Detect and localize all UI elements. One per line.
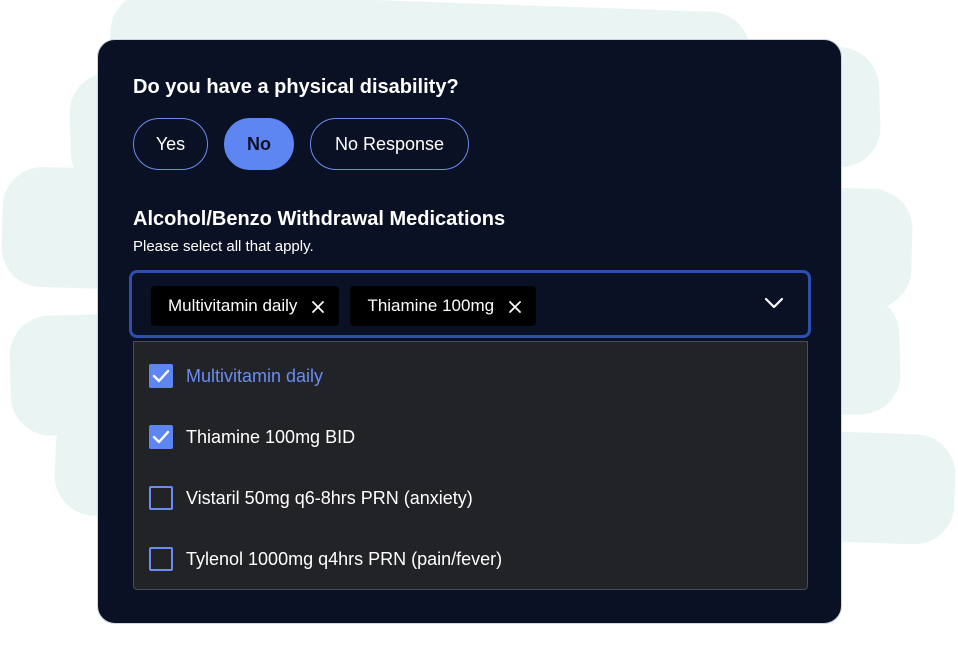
checkbox-checked[interactable]: [149, 425, 173, 449]
chip-label: Thiamine 100mg: [367, 296, 495, 315]
chevron-down-icon[interactable]: [764, 296, 784, 310]
option-yes-button[interactable]: Yes: [133, 118, 208, 170]
list-item-vistaril[interactable]: Vistaril 50mg q6-8hrs PRN (anxiety): [149, 480, 473, 516]
list-item-thiamine[interactable]: Thiamine 100mg BID: [149, 419, 355, 455]
option-label: Multivitamin daily: [186, 365, 324, 386]
checkmark-icon: [152, 369, 170, 383]
selected-chip: Multivitamin daily: [151, 286, 340, 326]
close-icon[interactable]: [508, 299, 522, 313]
form-card: Do you have a physical disability? Yes N…: [97, 39, 842, 624]
close-icon[interactable]: [311, 299, 325, 313]
medications-subtitle: Please select all that apply.: [133, 238, 314, 255]
medications-dropdown-list: Multivitamin daily Thiamine 100mg BID Vi…: [133, 341, 808, 590]
option-no-response-button[interactable]: No Response: [310, 118, 469, 170]
checkbox-unchecked[interactable]: [149, 547, 173, 571]
checkbox-unchecked[interactable]: [149, 486, 173, 510]
selected-chip: Thiamine 100mg: [350, 286, 537, 326]
disability-options: Yes No No Response: [133, 118, 469, 170]
checkbox-checked[interactable]: [149, 364, 173, 388]
option-no-button[interactable]: No: [224, 118, 294, 170]
option-label: Tylenol 1000mg q4hrs PRN (pain/fever): [186, 548, 503, 569]
selected-chips: Multivitamin daily Thiamine 100mg: [151, 286, 537, 326]
list-item-multivitamin[interactable]: Multivitamin daily: [149, 358, 323, 394]
medications-title: Alcohol/Benzo Withdrawal Medications: [133, 208, 506, 230]
disability-question: Do you have a physical disability?: [133, 76, 459, 98]
medications-multiselect[interactable]: Multivitamin daily Thiamine 100mg: [129, 270, 811, 338]
chip-label: Multivitamin daily: [168, 296, 298, 315]
list-item-tylenol[interactable]: Tylenol 1000mg q4hrs PRN (pain/fever): [149, 541, 502, 577]
checkmark-icon: [152, 430, 170, 444]
option-label: Thiamine 100mg BID: [186, 426, 356, 447]
option-label: Vistaril 50mg q6-8hrs PRN (anxiety): [186, 487, 473, 508]
